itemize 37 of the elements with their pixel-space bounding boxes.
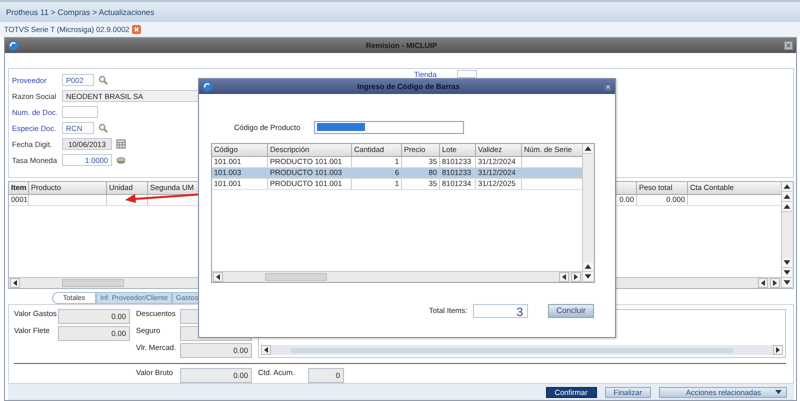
input-field[interactable]	[314, 120, 464, 134]
scroll-arrow-icon[interactable]	[758, 278, 768, 288]
search-icon[interactable]	[98, 75, 108, 85]
scroll-arrow-icon[interactable]	[583, 144, 593, 154]
close-icon[interactable]	[784, 41, 793, 50]
scroll-arrow-icon[interactable]	[782, 258, 792, 268]
input-field[interactable]	[62, 106, 98, 118]
app-logo-icon	[8, 40, 19, 51]
scroll-arrow-icon[interactable]	[782, 192, 792, 202]
scroll-arrow-icon[interactable]	[782, 278, 792, 288]
coins-icon[interactable]	[116, 155, 126, 165]
vertical-scrollbar[interactable]	[582, 144, 594, 282]
scroll-arrow-icon[interactable]	[261, 345, 271, 355]
scroll-arrow-icon[interactable]	[10, 278, 20, 288]
vertical-scrollbar[interactable]	[781, 182, 793, 288]
scroll-arrow-icon[interactable]	[559, 272, 569, 282]
conclude-button[interactable]: Concluir	[548, 304, 594, 318]
scroll-arrow-icon[interactable]	[773, 345, 783, 355]
search-icon[interactable]	[98, 123, 108, 133]
horizontal-scrollbar[interactable]	[212, 271, 582, 282]
input-field[interactable]: 3	[473, 304, 528, 318]
input-field[interactable]	[456, 70, 477, 78]
scroll-arrow-icon[interactable]	[782, 268, 792, 278]
app-logo-icon	[202, 81, 213, 92]
close-icon[interactable]	[132, 25, 142, 34]
breadcrumb[interactable]: Protheus 11 > Compras > Actualizaciones	[6, 8, 154, 16]
scroll-arrow-icon[interactable]	[213, 272, 223, 282]
scroll-arrow-icon[interactable]	[782, 202, 792, 212]
scroll-arrow-icon[interactable]	[571, 272, 581, 282]
horizontal-scrollbar[interactable]	[261, 345, 783, 355]
close-icon[interactable]	[604, 82, 612, 90]
calendar-icon[interactable]	[116, 139, 126, 149]
scroll-arrow-icon[interactable]	[770, 278, 780, 288]
scroll-arrow-icon[interactable]	[782, 182, 792, 192]
scroll-arrow-icon[interactable]	[583, 262, 593, 272]
scroll-arrow-icon[interactable]	[583, 272, 593, 282]
caret-icon	[775, 390, 782, 394]
